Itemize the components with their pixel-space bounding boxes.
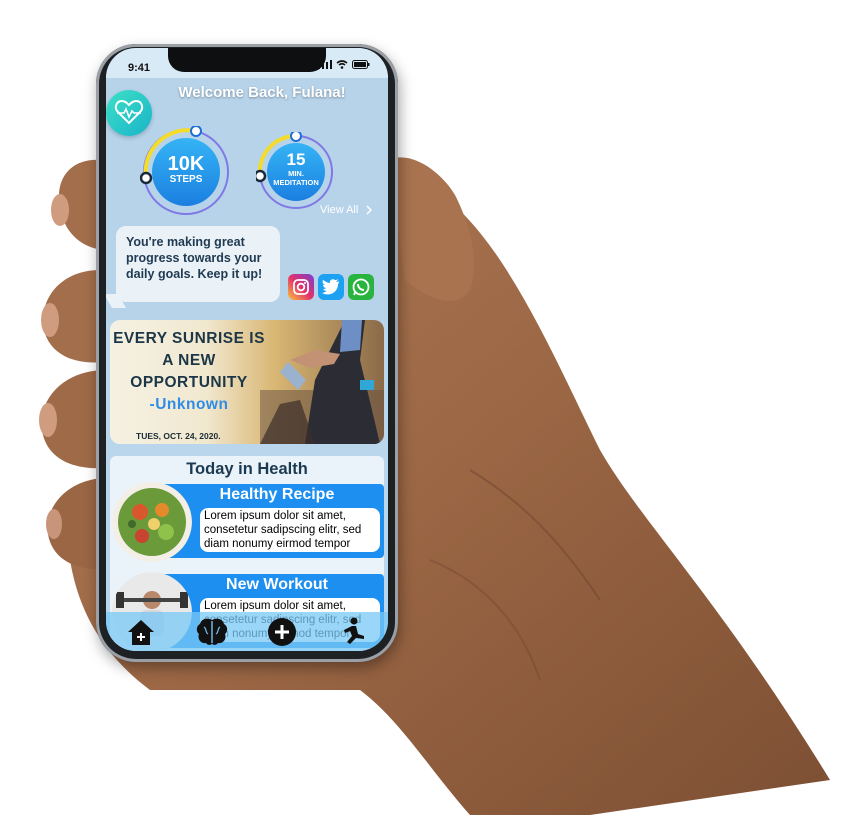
- meditation-progress-ring[interactable]: 15 MIN. MEDITATION: [256, 132, 336, 212]
- meditation-unit: MIN. MEDITATION: [273, 169, 319, 187]
- quote-line-1: EVERY SUNRISE IS: [113, 330, 265, 347]
- home-icon[interactable]: [123, 615, 159, 649]
- card-title: Healthy Recipe: [219, 486, 335, 503]
- battery-icon: [352, 60, 370, 69]
- phone-screen: 9:41 Welcome Back, Fulana! 10K STEPS 15 …: [106, 48, 388, 651]
- view-all-label: View All: [320, 204, 359, 216]
- instagram-icon[interactable]: [288, 274, 314, 300]
- motivation-message: You're making great progress towards you…: [116, 226, 280, 302]
- quote-line-2: A NEW: [162, 352, 216, 369]
- status-time: 9:41: [128, 62, 151, 74]
- brain-icon[interactable]: [194, 615, 230, 649]
- steps-progress-ring[interactable]: 10K STEPS: [140, 126, 232, 218]
- exercise-icon[interactable]: [335, 615, 371, 649]
- card-title: New Workout: [226, 576, 328, 593]
- meditation-value: 15: [286, 150, 306, 169]
- welcome-title: Welcome Back, Fulana!: [178, 84, 346, 101]
- add-icon[interactable]: [264, 615, 300, 649]
- card-body: Lorem ipsum dolor sit amet, consetetur s…: [200, 508, 380, 552]
- section-title: Today in Health: [186, 460, 308, 478]
- steps-value: 10K: [167, 153, 205, 175]
- system-icons: [318, 60, 370, 69]
- bottom-nav-bar: [106, 612, 388, 651]
- quote-banner[interactable]: EVERY SUNRISE IS A NEW OPPORTUNITY -Unkn…: [110, 320, 384, 444]
- chevron-right-icon: [366, 205, 373, 215]
- quote-text: EVERY SUNRISE IS A NEW OPPORTUNITY -Unkn…: [110, 328, 268, 416]
- twitter-icon[interactable]: [318, 274, 344, 300]
- quote-line-3: OPPORTUNITY: [130, 374, 248, 391]
- camera-notch: [168, 48, 326, 72]
- steps-unit: STEPS: [169, 174, 203, 185]
- quote-date: TUES, OCT. 24, 2020.: [136, 431, 221, 441]
- whatsapp-icon[interactable]: [348, 274, 374, 300]
- dashboard-header: Welcome Back, Fulana! 10K STEPS 15 MIN. …: [106, 78, 388, 322]
- quote-author: -Unknown: [149, 396, 229, 413]
- view-all-link[interactable]: View All: [320, 204, 373, 216]
- social-share-bar: [288, 274, 374, 300]
- healthy-recipe-card[interactable]: Healthy Recipe Lorem ipsum dolor sit ame…: [110, 482, 384, 564]
- salad-photo: [112, 482, 192, 562]
- wifi-icon: [336, 60, 348, 69]
